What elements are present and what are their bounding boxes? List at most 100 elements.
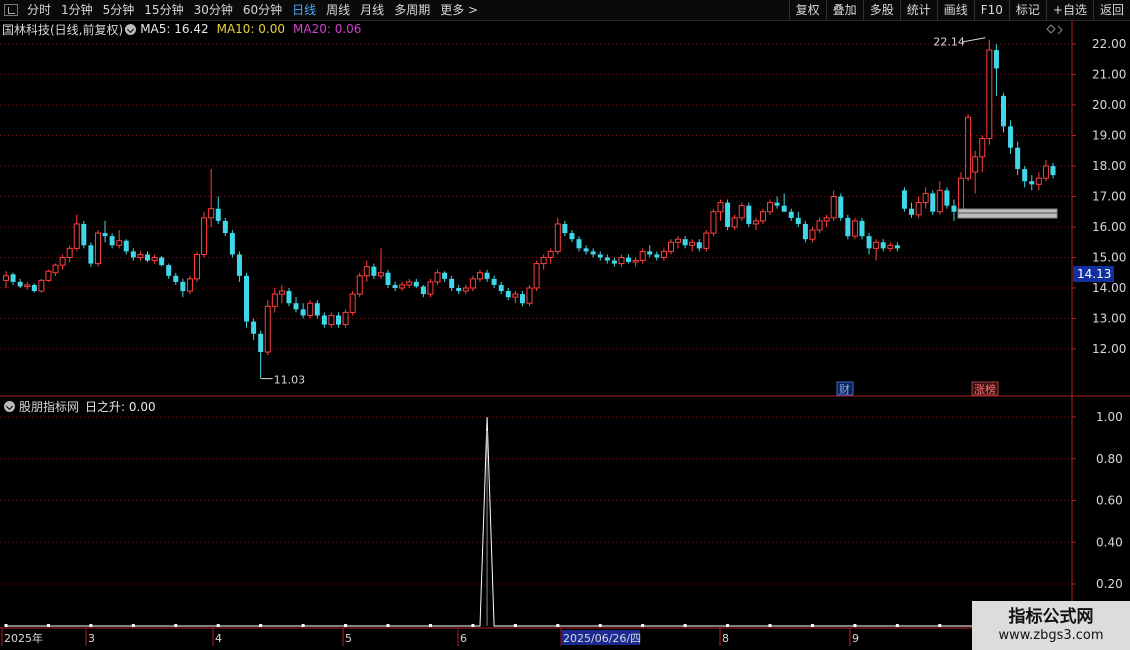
candle-body-up [512,293,519,298]
candle-body-down [788,211,794,218]
candle-body-down [930,193,936,212]
period-tab-9[interactable]: 多周期 [389,0,435,20]
candle-body-down [442,272,448,279]
indicator-tick-label: 0.40 [1096,535,1123,549]
candle-body-down [102,233,108,237]
candle-body-down [385,272,391,285]
candle-body-up [271,293,278,307]
dropdown-circle-icon[interactable] [4,400,15,412]
candle-body-down [180,281,186,292]
candle-body-up [45,270,52,281]
period-tab-3[interactable]: 15分钟 [139,0,188,20]
low-label: 11.03 [274,374,306,387]
candle-body-down [894,245,900,249]
stock-title: 国林科技(日线,前复权) [2,22,124,37]
toolbar-button-2[interactable]: 多股 [862,0,900,20]
price-tick-label: 15.00 [1092,251,1126,265]
candle-body-down [1022,169,1028,182]
toolbar-button-4[interactable]: 画线 [936,0,974,20]
toolbar-button-1[interactable]: 叠加 [825,0,863,20]
period-tab-2[interactable]: 5分钟 [98,0,140,20]
indicator-dot [641,624,645,627]
toolbar-button-7[interactable]: +自选 [1045,0,1093,20]
chart-canvas[interactable]: 22.00 21.00 20.00 19.00 18.00 17.00 16.00 15.00… [0,0,1130,650]
candle-body-up [94,232,101,265]
indicator-line [6,416,1053,627]
toolbar-button-0[interactable]: 复权 [788,0,826,20]
price-tick-label: 21.00 [1092,68,1126,82]
candle-body-down [682,239,688,246]
indicator-tick-label: 0.60 [1096,494,1123,508]
candle-body-up [887,244,894,249]
period-tab-6[interactable]: 日线 [287,0,321,20]
candle-body-up [116,240,123,246]
candle-body-up [66,247,73,259]
candle-body-down [838,196,844,218]
candle-body-down [562,223,568,234]
toolbar-button-8[interactable]: 返回 [1092,0,1130,20]
candle-body-down [696,242,702,249]
period-tab-0[interactable]: 分时 [22,0,56,20]
period-tab-1[interactable]: 1分钟 [56,0,98,20]
period-tab-8[interactable]: 月线 [355,0,389,20]
date-label: 9 [852,632,859,645]
date-label: 3 [88,632,95,645]
candle-body-down [1050,166,1056,176]
candle-body-down [251,321,257,334]
candle-body-down [795,217,801,224]
candle-body-up [349,293,356,313]
candle-body-up [738,205,745,219]
candle-body-down [802,223,808,240]
watermark: 指标公式网 www.zbgs3.com [972,601,1130,650]
candle-body-down [392,284,398,288]
candle-body-down [866,236,872,249]
candle-body-up [462,287,469,292]
candle-body-up [151,257,158,262]
candle-body-down [611,260,617,264]
candle-body-down [859,220,865,237]
toolbar-actions: 复权 叠加 多股 统计 画线 F10 标记 +自选 返回 [788,0,1130,20]
price-tick-label: 22.00 [1092,37,1126,51]
menu-icon[interactable] [4,4,18,16]
period-tab-10[interactable]: 更多 > [435,0,483,20]
indicator-dot [344,624,348,627]
candle-body-down [286,291,292,304]
candle-body-up [476,272,483,280]
candle-body-down [314,303,320,316]
candle-body-up [24,284,31,287]
candle-body-up [59,257,66,266]
candle-body-up [752,220,759,225]
high-pointer [963,37,986,43]
period-tab-4[interactable]: 30分钟 [189,0,238,20]
ma5-label: MA5: 16.42 [140,22,209,36]
price-tick-label: 12.00 [1092,342,1126,356]
ma20-label: MA20: 0.06 [293,22,362,36]
candle-body-down [81,223,87,246]
toolbar: 分时 1分钟 5分钟 15分钟 30分钟 60分钟 日线 周线 月线 多周期 更多 > 复权 叠加 多股… [0,0,1130,21]
candle-body-down [335,315,341,325]
toolbar-button-6[interactable]: 标记 [1008,0,1046,20]
candle-body-up [986,49,993,140]
period-tab-5[interactable]: 60分钟 [238,0,287,20]
diamond-icon [1046,24,1056,34]
toolbar-button-5[interactable]: F10 [973,0,1009,20]
candle-body-up [434,272,441,283]
price-tick-label: 16.00 [1092,220,1126,234]
candle-body-up [3,275,9,281]
dropdown-circle-icon[interactable] [125,23,137,35]
candle-body-up [399,284,406,289]
indicator-tick-label: 0.20 [1096,577,1123,591]
candle-body-down [166,265,172,276]
candle-body-up [759,211,766,222]
candle-body-up [632,260,639,263]
watermark-title: 指标公式网 [1008,606,1094,627]
toolbar-button-3[interactable]: 统计 [899,0,937,20]
candle-body-up [469,278,476,289]
candle-body-down [909,208,915,215]
period-tab-7[interactable]: 周线 [321,0,355,20]
candle-body-up [1042,165,1049,179]
indicator-dot [810,624,814,627]
indicator-dot [216,624,220,627]
indicator-dot [131,624,135,627]
indicator-dot [683,624,687,627]
